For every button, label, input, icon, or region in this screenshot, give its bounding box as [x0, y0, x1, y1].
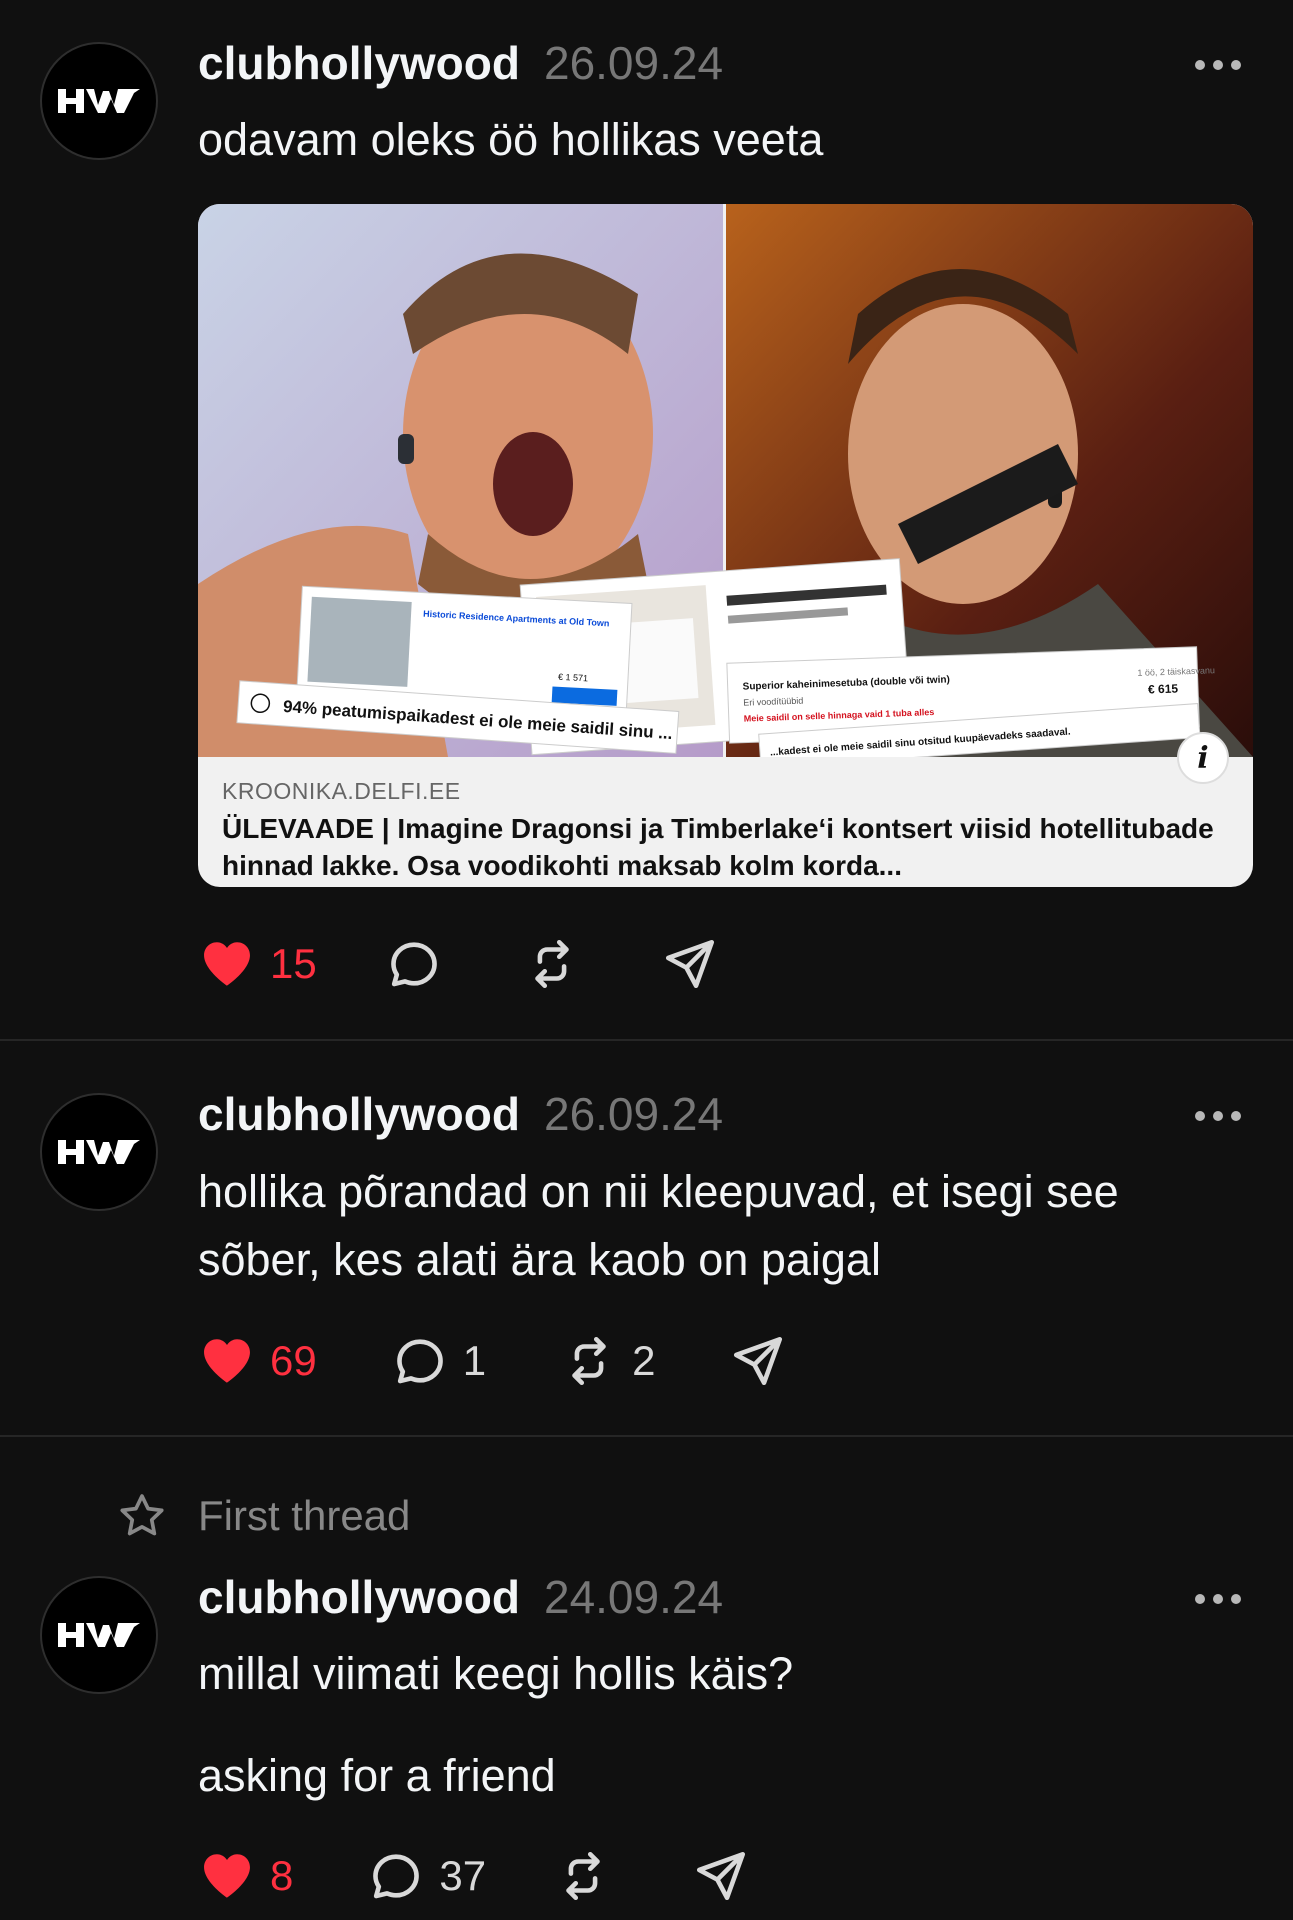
link-preview-card[interactable]: Superior kaheinimesetuba (double või twi… — [198, 204, 1253, 887]
room-beds-text: Eri voodítüübid — [743, 696, 803, 708]
repost-button[interactable]: 2 — [560, 1332, 655, 1390]
reply-button[interactable] — [385, 935, 443, 993]
send-icon — [734, 1336, 783, 1386]
avatar[interactable] — [40, 1093, 158, 1211]
hw-logo-icon — [58, 89, 140, 113]
room-price-text: € 615 — [1148, 681, 1179, 696]
post-text: hollika põrandad on nii kleepuvad, et is… — [198, 1166, 1119, 1285]
reply-button[interactable]: 1 — [391, 1332, 486, 1390]
comment-bubble-icon — [373, 1854, 420, 1899]
more-dots-icon[interactable] — [1195, 58, 1241, 72]
star-icon — [120, 1494, 164, 1536]
reply-count: 1 — [462, 1337, 487, 1384]
like-button[interactable]: 8 — [198, 1847, 293, 1905]
repost-button[interactable] — [554, 1847, 612, 1905]
reply-button[interactable]: 37 — [367, 1847, 486, 1905]
post-text-line-2: asking for a friend — [198, 1750, 556, 1801]
repost-count: 2 — [632, 1337, 656, 1384]
username[interactable]: clubhollywood — [198, 36, 520, 90]
heart-icon — [204, 1339, 250, 1383]
send-icon — [665, 939, 714, 989]
pinned-label: First thread — [116, 1490, 410, 1542]
post-divider — [0, 1039, 1293, 1041]
reply-count: 37 — [439, 1852, 487, 1899]
link-title: ÜLEVAADE | Imagine Dragonsi ja Timberlak… — [222, 813, 1214, 881]
like-count: 8 — [270, 1852, 294, 1899]
link-preview-image: Superior kaheinimesetuba (double või twi… — [198, 204, 1253, 757]
repost-icon — [534, 939, 569, 989]
post-actions: 15 — [198, 934, 719, 994]
more-dots-icon[interactable] — [1195, 1592, 1241, 1606]
link-domain: KROONIKA.DELFI.EE — [222, 778, 461, 804]
share-button[interactable] — [661, 935, 719, 993]
comment-bubble-icon — [396, 1339, 443, 1384]
send-icon — [697, 1851, 746, 1901]
like-button[interactable]: 69 — [198, 1332, 317, 1390]
post-header: clubhollywood 24.09.24 — [198, 1570, 723, 1624]
comment-bubble-icon — [390, 942, 437, 987]
repost-icon — [566, 1851, 600, 1901]
like-count: 15 — [270, 940, 317, 987]
heart-icon — [204, 942, 250, 986]
hotel-price-text: € 1 571 — [558, 672, 589, 684]
username[interactable]: clubhollywood — [198, 1087, 520, 1141]
hw-logo-icon — [58, 1140, 140, 1164]
post-divider — [0, 1435, 1293, 1437]
avatar[interactable] — [40, 42, 158, 160]
post-actions: 69 1 2 — [198, 1331, 787, 1391]
pinned-label-text: First thread — [198, 1492, 411, 1539]
post-date[interactable]: 26.09.24 — [544, 1087, 723, 1141]
post-date[interactable]: 24.09.24 — [544, 1570, 723, 1624]
heart-icon — [204, 1854, 250, 1898]
share-button[interactable] — [729, 1332, 787, 1390]
repost-button[interactable] — [523, 935, 581, 993]
post-date[interactable]: 26.09.24 — [544, 36, 723, 90]
username[interactable]: clubhollywood — [198, 1570, 520, 1624]
like-button[interactable]: 15 — [198, 935, 317, 993]
repost-icon — [572, 1336, 606, 1386]
post-text: odavam oleks öö hollikas veeta — [198, 114, 824, 165]
info-icon[interactable]: i — [1177, 732, 1229, 784]
share-button[interactable] — [692, 1847, 750, 1905]
hw-logo-icon — [58, 1623, 140, 1647]
post-text-line-1: millal viimati keegi hollis käis? — [198, 1648, 794, 1699]
post-actions: 8 37 — [198, 1846, 750, 1906]
post-header: clubhollywood 26.09.24 — [198, 1087, 723, 1141]
more-dots-icon[interactable] — [1195, 1109, 1241, 1123]
post-header: clubhollywood 26.09.24 — [198, 36, 723, 90]
avatar[interactable] — [40, 1576, 158, 1694]
like-count: 69 — [270, 1337, 317, 1384]
